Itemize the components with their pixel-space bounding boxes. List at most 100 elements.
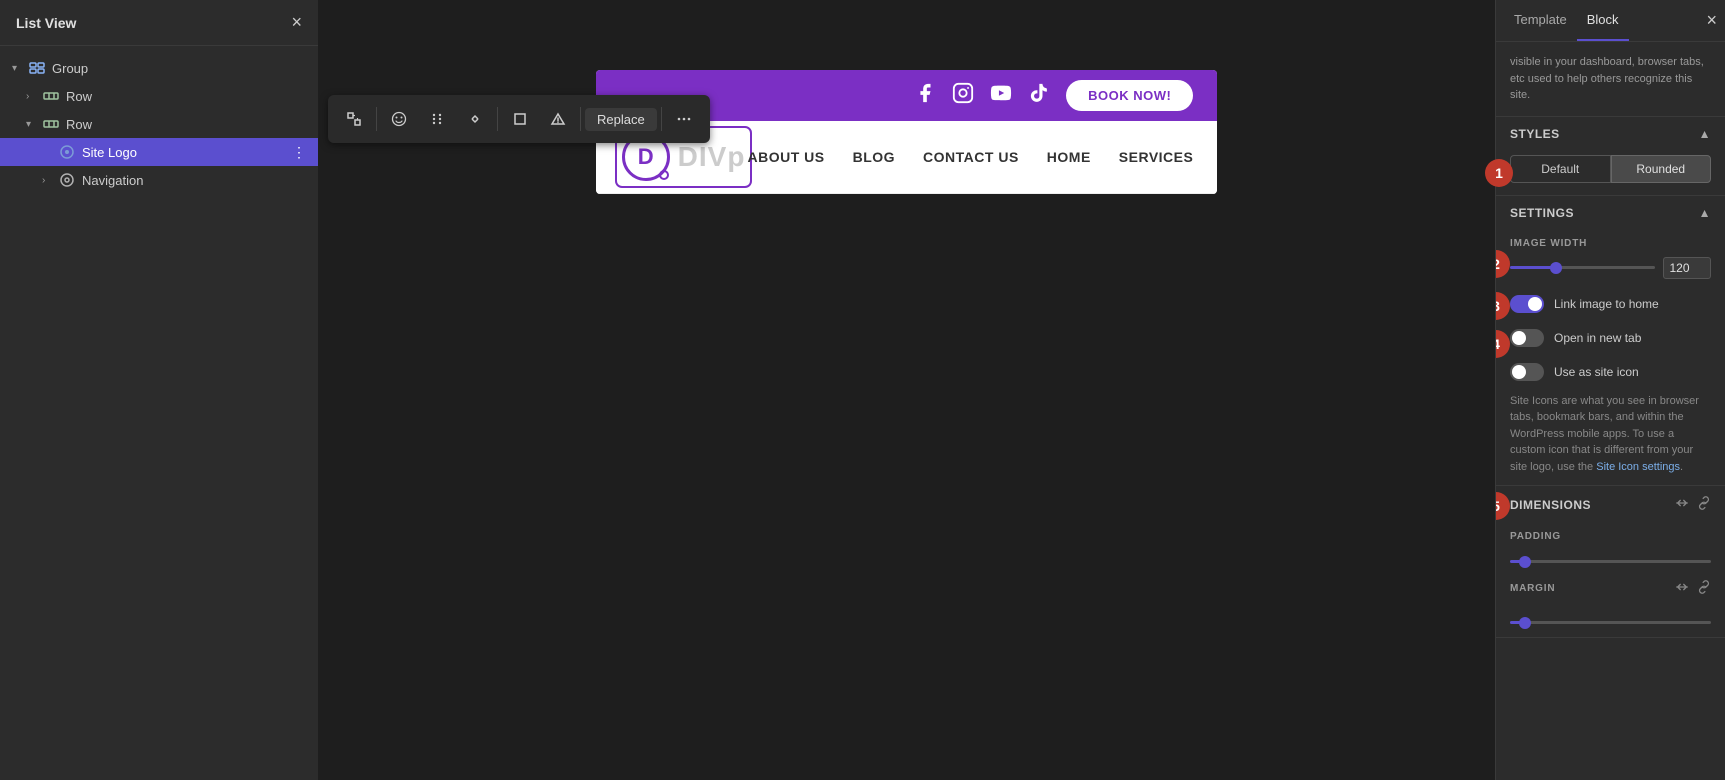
group-icon — [28, 59, 46, 77]
margin-header-icons — [1675, 580, 1711, 597]
toolbar-divider3 — [580, 107, 581, 131]
logo-text-main: DIV — [678, 141, 728, 172]
open-new-tab-toggle[interactable] — [1510, 329, 1544, 347]
settings-chevron-icon: ▲ — [1699, 206, 1711, 220]
settings-section: 2 3 4 Settings ▲ IMAGE WIDTH 120 Link im… — [1496, 196, 1725, 487]
settings-section-header[interactable]: Settings ▲ — [1496, 196, 1725, 230]
right-panel: Template Block × visible in your dashboa… — [1495, 0, 1725, 780]
image-width-slider[interactable] — [1510, 266, 1655, 269]
rounded-style-button[interactable]: Rounded — [1611, 155, 1712, 183]
dimensions-header-icons — [1675, 496, 1711, 513]
group-arrow: ▾ — [12, 63, 26, 74]
toolbar-drag-button[interactable] — [419, 101, 455, 137]
row1-icon — [42, 87, 60, 105]
image-width-input[interactable]: 120 — [1663, 257, 1711, 279]
tiktok-icon[interactable] — [1028, 82, 1050, 110]
book-now-button[interactable]: BOOK NOW! — [1066, 80, 1193, 111]
site-icon-desc-end: . — [1680, 461, 1683, 473]
nav-link-about[interactable]: ABOUT US — [747, 149, 824, 165]
margin-link-icon[interactable] — [1697, 580, 1711, 597]
nav-link-home[interactable]: HOME — [1047, 149, 1091, 165]
link-to-home-row: Link image to home — [1496, 287, 1725, 321]
styles-section: Styles ▲ Default Rounded — [1496, 117, 1725, 196]
left-panel: List View × ▾ Group › — [0, 0, 318, 780]
tree-item-group[interactable]: ▾ Group — [0, 54, 318, 82]
tree-item-sitelogo[interactable]: Site Logo ⋮ — [0, 138, 318, 166]
right-panel-description: visible in your dashboard, browser tabs,… — [1496, 42, 1725, 117]
site-icon-settings-link[interactable]: Site Icon settings — [1596, 461, 1680, 473]
row1-arrow: › — [26, 91, 40, 102]
toolbar-emoji-button[interactable] — [381, 101, 417, 137]
dimensions-section: 5 Dimensions PADDING — [1496, 486, 1725, 638]
tree-item-navigation[interactable]: › Navigation — [0, 166, 318, 194]
youtube-icon[interactable] — [990, 82, 1012, 110]
left-panel-close-button[interactable]: × — [291, 12, 302, 33]
use-as-site-icon-row: Use as site icon — [1496, 355, 1725, 389]
open-new-tab-row: Open in new tab — [1496, 321, 1725, 355]
dimensions-section-header[interactable]: Dimensions — [1496, 486, 1725, 523]
toolbar-arrows-button[interactable] — [457, 101, 493, 137]
open-new-tab-label: Open in new tab — [1554, 331, 1711, 345]
dimensions-link-icon[interactable] — [1697, 496, 1711, 513]
image-width-slider-row: 120 — [1496, 253, 1725, 287]
tree-item-row2[interactable]: ▾ Row — [0, 110, 318, 138]
margin-slider-row — [1496, 607, 1725, 637]
toolbar-replace-button[interactable]: Replace — [585, 108, 657, 131]
margin-section-header: MARGIN — [1496, 576, 1725, 607]
use-as-site-icon-label: Use as site icon — [1554, 365, 1711, 379]
dimensions-section-label: Dimensions — [1510, 498, 1591, 512]
instagram-icon[interactable] — [952, 82, 974, 110]
styles-chevron-icon: ▲ — [1699, 127, 1711, 141]
sitelogo-dot-menu[interactable]: ⋮ — [292, 144, 306, 161]
padding-slider[interactable] — [1510, 560, 1711, 563]
row2-arrow: ▾ — [26, 119, 40, 130]
link-to-home-toggle[interactable] — [1510, 295, 1544, 313]
styles-section-header[interactable]: Styles ▲ — [1496, 117, 1725, 151]
toolbar-warning-button[interactable] — [540, 101, 576, 137]
toolbar: Replace — [328, 95, 710, 143]
margin-swap-icon[interactable] — [1675, 580, 1689, 597]
sitelogo-label: Site Logo — [82, 145, 292, 160]
margin-label: MARGIN — [1510, 583, 1555, 594]
toolbar-divider2 — [497, 107, 498, 131]
default-style-button[interactable]: Default — [1510, 155, 1611, 183]
toolbar-transform-button[interactable] — [336, 101, 372, 137]
tab-block[interactable]: Block — [1577, 0, 1629, 41]
right-panel-close-button[interactable]: × — [1706, 10, 1717, 31]
toolbar-crop-button[interactable] — [502, 101, 538, 137]
use-as-site-icon-toggle[interactable] — [1510, 363, 1544, 381]
open-new-tab-knob — [1512, 331, 1526, 345]
logo-text: DIVp — [678, 141, 746, 173]
list-view-title: List View — [16, 15, 76, 31]
tab-template[interactable]: Template — [1504, 0, 1577, 41]
padding-label: PADDING — [1496, 523, 1725, 546]
toolbar-divider1 — [376, 107, 377, 131]
navigation-icon — [58, 171, 76, 189]
dimensions-swap-icon[interactable] — [1675, 496, 1689, 513]
tree-container: ▾ Group › Row — [0, 46, 318, 780]
toolbar-more-button[interactable] — [666, 101, 702, 137]
tree-item-row1[interactable]: › Row — [0, 82, 318, 110]
sitelogo-icon — [58, 143, 76, 161]
canvas-wrapper: Replace — [318, 0, 1495, 780]
navigation-arrow: › — [42, 175, 56, 186]
margin-slider[interactable] — [1510, 621, 1711, 624]
row1-label: Row — [66, 89, 306, 104]
padding-slider-row — [1496, 546, 1725, 576]
row2-icon — [42, 115, 60, 133]
facebook-icon[interactable] — [914, 82, 936, 110]
link-to-home-knob — [1528, 297, 1542, 311]
nav-link-services[interactable]: SERVICES — [1119, 149, 1194, 165]
canvas-area: Replace — [318, 0, 1495, 780]
group-label: Group — [52, 61, 306, 76]
badge-1: 1 — [1485, 159, 1513, 187]
nav-link-contact[interactable]: CONTACT US — [923, 149, 1019, 165]
toolbar-divider4 — [661, 107, 662, 131]
nav-link-blog[interactable]: BLOG — [853, 149, 895, 165]
left-panel-header: List View × — [0, 0, 318, 46]
logo-small-circle — [659, 170, 669, 180]
image-width-label: IMAGE WIDTH — [1496, 230, 1725, 253]
link-to-home-label: Link image to home — [1554, 297, 1711, 311]
logo-text-faded: p — [727, 141, 745, 172]
site-icon-description: Site Icons are what you see in browser t… — [1496, 389, 1725, 486]
